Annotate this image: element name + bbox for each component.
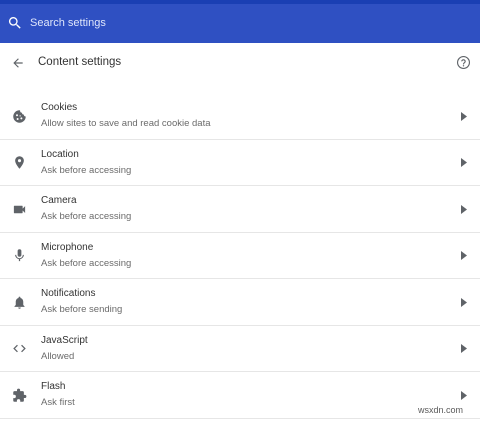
settings-item-microphone[interactable]: Microphone Ask before accessing — [0, 233, 480, 279]
item-subtitle: Ask before accessing — [41, 164, 132, 176]
item-subtitle: Ask before sending — [41, 304, 123, 315]
bell-icon — [11, 294, 27, 310]
settings-item-location[interactable]: Location Ask before accessing — [0, 140, 480, 186]
item-subtitle: Ask before accessing — [41, 257, 132, 269]
item-title: Location — [41, 148, 79, 160]
item-title: JavaScript — [41, 334, 88, 346]
chevron-right-icon — [459, 157, 469, 169]
page-title: Content settings — [38, 56, 122, 68]
code-brackets-icon — [11, 341, 27, 357]
item-subtitle: Ask first — [41, 397, 75, 408]
page-header: Content settings — [0, 43, 480, 83]
item-subtitle: Ask before accessing — [41, 211, 132, 222]
puzzle-piece-icon — [11, 387, 27, 403]
video-camera-icon — [11, 201, 27, 217]
settings-item-camera[interactable]: Camera Ask before accessing — [0, 186, 480, 233]
search-input[interactable] — [30, 13, 460, 33]
item-title: Notifications — [41, 288, 96, 299]
help-icon[interactable] — [455, 54, 471, 70]
watermark: wsxdn.com — [418, 405, 464, 415]
settings-item-notifications[interactable]: Notifications Ask before sending — [0, 279, 480, 326]
chevron-right-icon — [459, 296, 469, 308]
search-bar — [0, 4, 480, 43]
item-title: Flash — [41, 381, 66, 392]
search-icon[interactable] — [7, 15, 23, 31]
settings-item-flash[interactable]: Flash Ask first — [0, 372, 480, 419]
cookie-icon — [11, 108, 27, 124]
item-title: Cookies — [41, 102, 78, 113]
chevron-right-icon — [459, 203, 469, 215]
settings-item-cookies[interactable]: Cookies Allow sites to save and read coo… — [0, 93, 480, 140]
settings-item-javascript[interactable]: JavaScript Allowed — [0, 326, 480, 372]
arrow-back-icon[interactable] — [8, 53, 28, 73]
chevron-right-icon — [459, 250, 469, 262]
item-subtitle: Allowed — [41, 350, 75, 362]
item-title: Microphone — [41, 241, 94, 253]
item-subtitle: Allow sites to save and read cookie data — [41, 118, 211, 129]
chevron-right-icon — [459, 389, 469, 401]
location-pin-icon — [11, 155, 27, 171]
content-settings-list: Cookies Allow sites to save and read coo… — [0, 93, 480, 419]
microphone-icon — [11, 248, 27, 264]
item-title: Camera — [41, 195, 77, 206]
chevron-right-icon — [459, 110, 469, 122]
chevron-right-icon — [459, 343, 469, 355]
